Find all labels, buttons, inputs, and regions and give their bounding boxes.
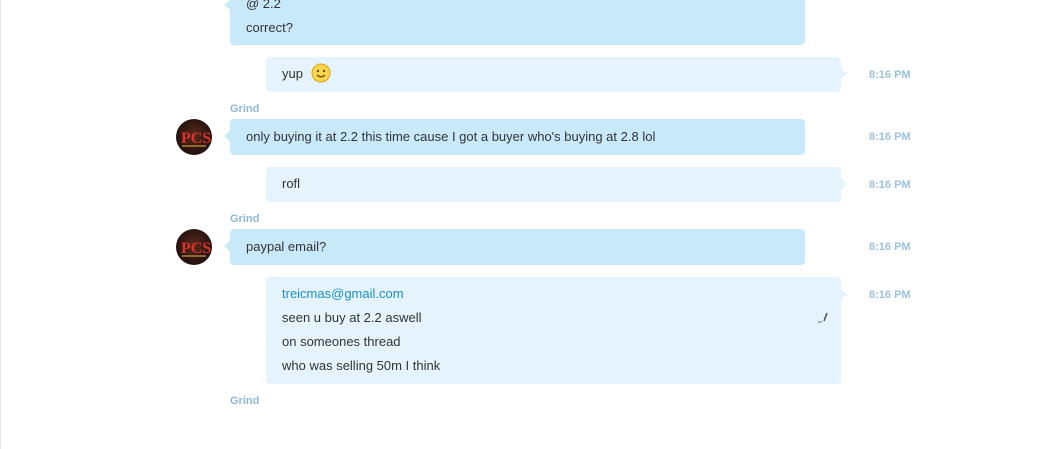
sender-name[interactable]: Grind [230,103,259,115]
message-text: paypal email? [246,239,327,254]
message-timestamp: 8:16 PM [869,179,911,191]
message-bubble-outgoing[interactable]: treicmas@gmail.com seen u buy at 2.2 asw… [266,277,847,384]
message-bubble-outgoing[interactable]: rofl [266,167,847,202]
avatar-image: PCS [181,240,211,257]
avatar[interactable]: PCS [176,119,212,155]
smiley-icon [311,63,331,83]
message-bubble-outgoing[interactable]: yup [266,57,847,92]
avatar-image: PCS [181,130,211,147]
sender-name[interactable]: Grind [230,395,259,407]
sender-name[interactable]: Grind [230,213,259,225]
message-text: only buying it at 2.2 this time cause I … [246,129,656,144]
message-line: @ 2.2 [246,0,281,11]
email-link[interactable]: treicmas@gmail.com [282,282,841,306]
message-bubble-incoming[interactable]: @ 2.2 correct? [224,0,805,45]
message-timestamp: 8:16 PM [869,241,911,253]
svg-text:PCS: PCS [181,240,211,257]
message-timestamp: 8:16 PM [869,69,911,81]
message-line: who was selling 50m I think [282,358,441,373]
avatar[interactable]: PCS [176,229,212,265]
message-text: rofl [282,176,301,191]
message-bubble-incoming[interactable]: only buying it at 2.2 this time cause I … [224,119,805,155]
message-line: on someones thread [282,334,401,349]
message-timestamp: 8:16 PM [869,131,911,143]
message-text: yup [282,66,303,81]
message-line: correct? [246,20,293,35]
svg-text:PCS: PCS [181,130,211,147]
message-line: seen u buy at 2.2 aswell [282,310,422,325]
message-bubble-incoming[interactable]: paypal email? [224,229,805,265]
message-timestamp: 8:16 PM [869,289,911,301]
edited-pencil-icon[interactable] [817,307,829,331]
pane-border [0,0,1,449]
